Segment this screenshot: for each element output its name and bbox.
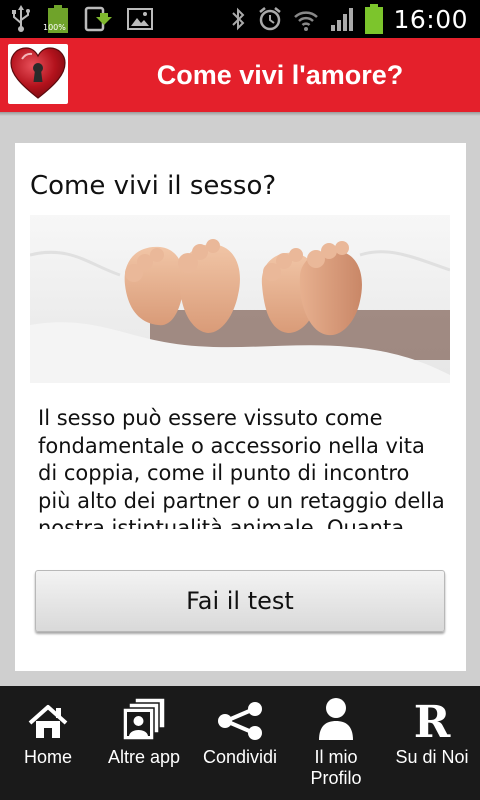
status-time: 16:00: [393, 4, 468, 34]
app-header: Come vivi l'amore?: [0, 38, 480, 112]
nav-label: Condividi: [202, 747, 278, 767]
card-description-text: Il sesso può essere vissuto come fondame…: [38, 406, 445, 529]
apps-stack-icon: [121, 695, 167, 741]
battery-full-icon: 100%: [43, 5, 70, 33]
card-description: Il sesso può essere vissuto come fondame…: [38, 405, 446, 529]
profile-icon: [317, 695, 355, 741]
nav-item-profilo[interactable]: Il mio Profilo: [288, 686, 384, 800]
svg-text:R: R: [414, 697, 451, 741]
take-test-button[interactable]: Fai il test: [35, 570, 445, 632]
signal-icon: [329, 5, 355, 33]
heart-keyhole-icon[interactable]: [8, 44, 68, 104]
usb-icon: [10, 5, 32, 33]
nav-label: Home: [23, 747, 72, 767]
picture-icon: [126, 5, 154, 33]
bluetooth-icon: [229, 5, 247, 33]
status-bar: 100% 16:00: [0, 0, 480, 38]
nav-item-condividi[interactable]: Condividi: [192, 686, 288, 800]
nav-label: Il mio Profilo: [310, 747, 362, 788]
nav-label: Altre app: [107, 747, 181, 767]
share-icon: [216, 695, 264, 741]
battery-charging-icon: [365, 4, 384, 34]
app-title: Come vivi l'amore?: [156, 59, 404, 90]
file-upload-icon: [84, 5, 112, 33]
bottom-nav: Home Altre app Condividi Il mio Profilo …: [0, 686, 480, 800]
header-shadow: [0, 112, 480, 116]
feet-under-sheets-image: [30, 215, 450, 383]
battery-percent-label: 100%: [43, 23, 66, 32]
nav-item-home[interactable]: Home: [0, 686, 96, 800]
status-bar-notifications: 100%: [10, 5, 154, 33]
nav-item-su-di-noi[interactable]: R Su di Noi: [384, 686, 480, 800]
wifi-icon: [293, 5, 319, 33]
card-title: Come vivi il sesso?: [30, 171, 277, 201]
alarm-icon: [257, 5, 283, 33]
status-bar-system: 16:00: [229, 4, 468, 34]
nav-item-altre-app[interactable]: Altre app: [96, 686, 192, 800]
about-r-icon: R: [412, 695, 452, 741]
home-icon: [26, 695, 70, 741]
nav-label: Su di Noi: [395, 747, 469, 767]
test-card: Come vivi il sesso? Il sesso può essere …: [15, 143, 466, 671]
